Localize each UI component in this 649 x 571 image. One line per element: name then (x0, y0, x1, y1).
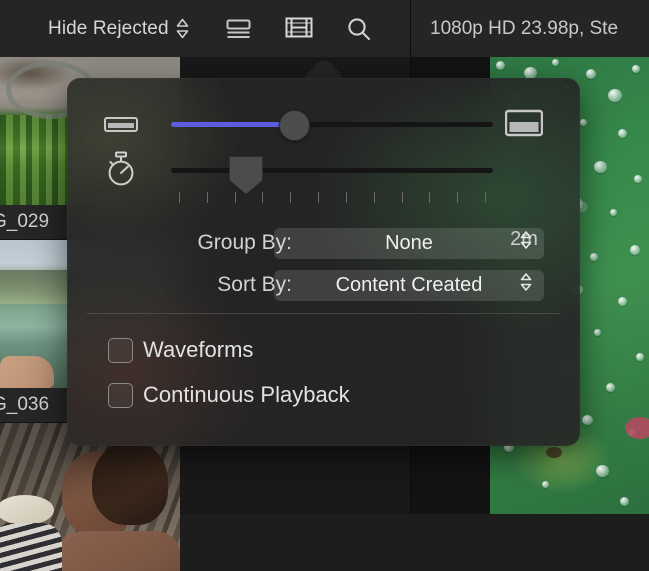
clip-height-large-icon (504, 106, 544, 142)
group-by-value: None (385, 232, 433, 255)
group-by-row: Group By: None (67, 226, 580, 260)
waveforms-checkbox[interactable] (108, 338, 133, 363)
tick-mark (429, 192, 430, 203)
tick-mark (374, 192, 375, 203)
chevron-up-down-icon (520, 231, 532, 256)
waveforms-checkbox-row[interactable]: Waveforms (67, 333, 580, 367)
clip-height-slider[interactable] (171, 104, 493, 146)
leaf-blemish (546, 447, 562, 458)
filmstrip-view-icon (285, 16, 313, 41)
list-view-button[interactable] (222, 12, 256, 46)
sort-by-value: Content Created (336, 274, 483, 297)
tick-mark (402, 192, 403, 203)
popover-separator (87, 313, 560, 314)
continuous-playback-checkbox[interactable] (108, 383, 133, 408)
tick-mark (235, 192, 236, 203)
clip-height-small-icon (103, 108, 139, 142)
toolbar-divider (410, 0, 411, 57)
continuous-playback-label: Continuous Playback (143, 382, 350, 408)
tick-mark (457, 192, 458, 203)
list-view-icon (225, 17, 252, 41)
clip-height-fill (171, 122, 284, 127)
group-by-popup-button[interactable]: None (274, 228, 544, 259)
hair-shape (92, 441, 168, 525)
clip-duration-slider[interactable] (171, 156, 493, 206)
hide-rejected-popup-button[interactable]: Hide Rejected (48, 18, 189, 40)
browser-window: G_029 G_036 (0, 0, 649, 514)
tick-mark (207, 192, 208, 203)
clip-duration-track[interactable] (171, 168, 493, 173)
tick-mark (485, 192, 486, 203)
tick-mark (318, 192, 319, 203)
popover-upper-section: 2m Group By: None Sort By: (67, 78, 580, 313)
striped-shirt-shape (0, 523, 62, 571)
stepper-chevrons-icon (176, 18, 189, 39)
clip-appearance-popover[interactable]: 2m Group By: None Sort By: (67, 78, 580, 446)
clip-duration-row: 2m (67, 156, 580, 206)
group-by-label: Group By: (67, 231, 292, 255)
tick-mark (262, 192, 263, 203)
hand-shape (0, 356, 54, 388)
tick-mark (290, 192, 291, 203)
waveforms-label: Waveforms (143, 337, 253, 363)
popover-callout-arrow (294, 57, 354, 79)
search-button[interactable] (342, 12, 376, 46)
sort-by-label: Sort By: (67, 273, 292, 297)
clip-height-knob[interactable] (279, 110, 310, 141)
search-icon (346, 16, 372, 42)
filmstrip-view-button[interactable] (282, 12, 316, 46)
tick-mark (179, 192, 180, 203)
hide-rejected-label: Hide Rejected (48, 18, 169, 40)
browser-toolbar: Hide Rejected (0, 0, 649, 57)
clip-height-row (67, 104, 580, 146)
sort-by-row: Sort By: Content Created (67, 268, 580, 302)
project-format-text: 1080p HD 23.98p, Ste (430, 0, 618, 57)
hat-shape (0, 495, 54, 525)
chevron-up-down-icon (520, 273, 532, 298)
clip-duration-knob[interactable] (229, 156, 263, 194)
clip-label-1-text: G_029 (0, 211, 49, 233)
sort-by-popup-button[interactable]: Content Created (274, 270, 544, 301)
clip-label-2-text: G_036 (0, 394, 49, 416)
clip-duration-ticks (171, 192, 493, 204)
stopwatch-icon (103, 152, 139, 186)
pink-petal (625, 417, 649, 439)
tick-mark (346, 192, 347, 203)
continuous-playback-checkbox-row[interactable]: Continuous Playback (67, 378, 580, 412)
shoulders-shape (46, 531, 180, 571)
